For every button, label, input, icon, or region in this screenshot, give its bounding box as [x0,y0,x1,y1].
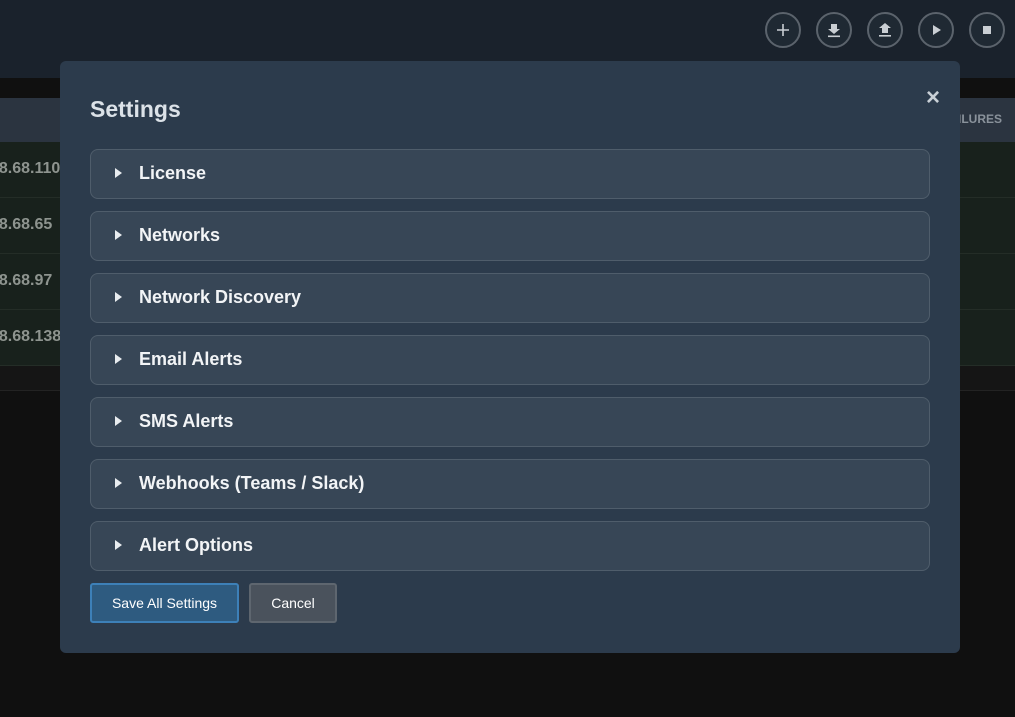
section-label: Webhooks (Teams / Slack) [139,473,365,493]
plus-icon [777,24,789,36]
modal-actions: Save All Settings Cancel [90,583,337,623]
section-label: SMS Alerts [139,411,234,431]
section-label: Alert Options [139,535,254,555]
section-license[interactable]: License [90,149,930,199]
caret-right-icon [115,292,122,302]
section-networks[interactable]: Networks [90,211,930,261]
download-button[interactable] [816,12,852,48]
section-label: Network Discovery [139,287,302,307]
stop-button[interactable] [969,12,1005,48]
modal-title: Settings [90,96,181,122]
play-button[interactable] [918,12,954,48]
section-sms-alerts[interactable]: SMS Alerts [90,397,930,447]
caret-right-icon [115,230,122,240]
add-button[interactable] [765,12,801,48]
upload-icon [879,23,891,37]
upload-button[interactable] [867,12,903,48]
column-header-failures[interactable]: ILURES [958,112,1002,126]
settings-modal: Settings × License Networks Network Disc… [60,61,960,653]
cancel-button[interactable]: Cancel [249,583,337,623]
close-icon[interactable]: × [926,86,940,110]
caret-right-icon [115,354,122,364]
section-label: Networks [139,225,221,245]
play-icon [933,25,941,35]
section-network-discovery[interactable]: Network Discovery [90,273,930,323]
ip-address-cell: 58.68.138 [0,328,62,345]
save-all-settings-button[interactable]: Save All Settings [90,583,239,623]
toolbar [765,12,1005,48]
section-label: License [139,163,207,183]
caret-right-icon [115,416,122,426]
stop-icon [983,26,991,34]
section-label: Email Alerts [139,349,243,369]
ip-address-cell: 58.68.65 [0,216,53,233]
ip-address-cell: 58.68.97 [0,272,53,289]
caret-right-icon [115,540,122,550]
section-alert-options[interactable]: Alert Options [90,521,930,571]
section-webhooks[interactable]: Webhooks (Teams / Slack) [90,459,930,509]
download-icon [828,24,840,38]
caret-right-icon [115,478,122,488]
caret-right-icon [115,168,122,178]
ip-address-cell: 58.68.110 [0,160,61,177]
settings-sections: License Networks Network Discovery Email… [90,149,930,583]
section-email-alerts[interactable]: Email Alerts [90,335,930,385]
